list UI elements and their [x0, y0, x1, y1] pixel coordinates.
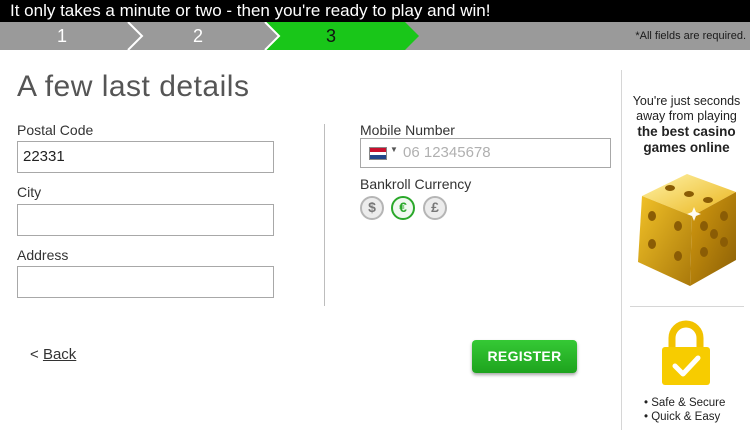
promo-line-2: the best casino games online: [637, 124, 736, 155]
back-label[interactable]: Back: [43, 346, 76, 363]
address-input[interactable]: [17, 266, 274, 298]
step-3-label: 3: [326, 26, 337, 46]
column-divider: [324, 124, 325, 306]
promo-line-1: You're just seconds away from playing: [632, 94, 741, 123]
currency-euro-button[interactable]: €: [391, 196, 415, 220]
mobile-number-label: Mobile Number: [360, 122, 455, 138]
chevron-down-icon[interactable]: ▼: [390, 145, 398, 154]
promo-text: You're just seconds away from playing th…: [622, 94, 750, 156]
top-banner: It only takes a minute or two - then you…: [0, 0, 750, 22]
back-link[interactable]: < Back: [30, 346, 76, 363]
mobile-number-field[interactable]: ▼ 06 12345678: [360, 138, 611, 168]
register-button[interactable]: REGISTER: [472, 340, 577, 373]
side-divider: [630, 306, 744, 307]
nl-flag-icon[interactable]: [369, 147, 387, 160]
city-label: City: [17, 184, 42, 200]
back-chevron: <: [30, 346, 39, 363]
padlock-check-icon: [662, 320, 710, 385]
address-label: Address: [17, 247, 69, 263]
mobile-number-input[interactable]: 06 12345678: [403, 139, 491, 167]
bullet-quick-easy: • Quick & Easy: [644, 411, 721, 423]
currency-pound-button[interactable]: £: [423, 196, 447, 220]
city-input[interactable]: [17, 204, 274, 236]
security-bullets: • Safe & Secure • Quick & Easy: [644, 396, 725, 424]
postal-code-input[interactable]: 22331: [17, 141, 274, 173]
bullet-safe-secure: • Safe & Secure: [644, 397, 726, 409]
golden-dice-icon: [638, 174, 736, 286]
currency-dollar-button[interactable]: $: [360, 196, 384, 220]
step-2-label: 2: [193, 26, 204, 46]
steps-progress-bar: 1 2 3 *All fields are required.: [0, 22, 750, 50]
step-separator: [127, 22, 144, 50]
side-promo-panel: You're just seconds away from playing th…: [621, 70, 750, 430]
step-1-label: 1: [57, 26, 68, 46]
page-title: A few last details: [17, 70, 250, 103]
step-3-active-segment: [265, 22, 419, 50]
postal-code-label: Postal Code: [17, 122, 94, 138]
bankroll-currency-label: Bankroll Currency: [360, 176, 472, 192]
required-fields-note: *All fields are required.: [635, 30, 746, 42]
